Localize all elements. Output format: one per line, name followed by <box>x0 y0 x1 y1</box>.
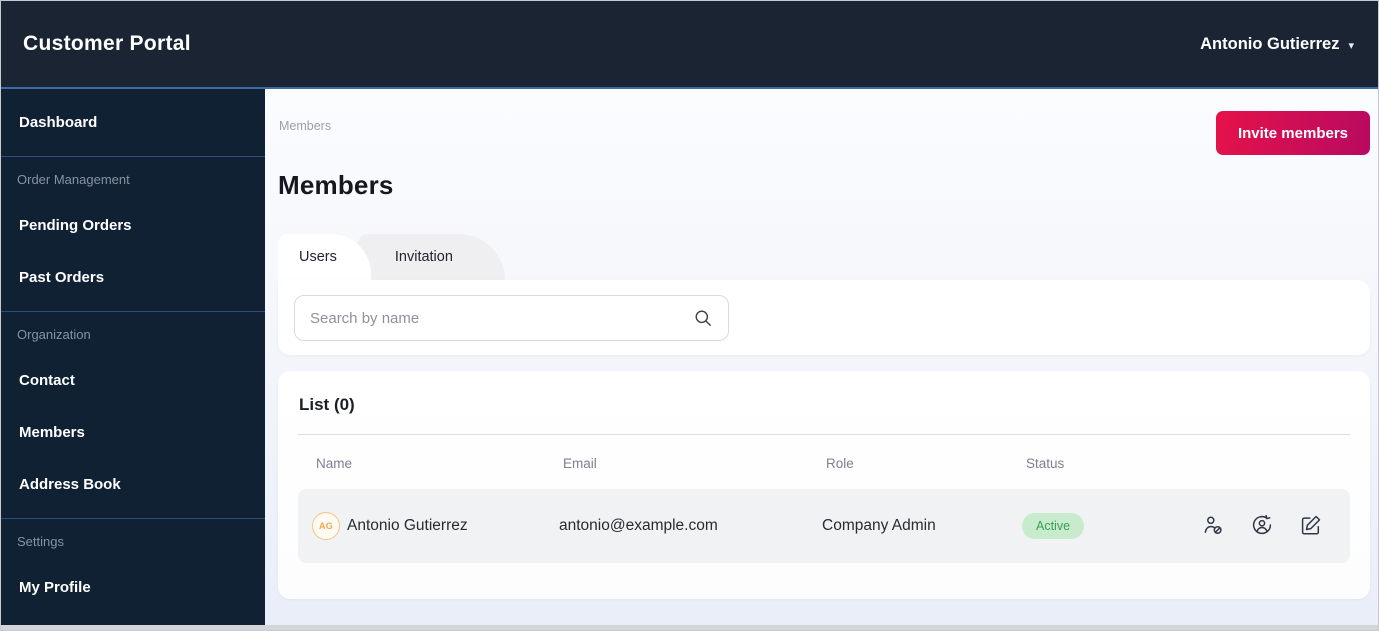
edit-member-button[interactable] <box>1300 514 1322 539</box>
table-header: Name Email Role Status <box>298 435 1350 473</box>
column-header-status: Status <box>1026 456 1206 471</box>
sidebar-item-pending-orders[interactable]: Pending Orders <box>1 200 265 252</box>
window-bottom-edge <box>1 625 1378 630</box>
column-header-role: Role <box>826 456 1026 471</box>
tab-invitation[interactable]: Invitation <box>357 234 505 280</box>
sidebar: Dashboard Order Management Pending Order… <box>1 89 265 625</box>
breadcrumb: Members <box>279 119 331 133</box>
sidebar-item-contact[interactable]: Contact <box>1 355 265 407</box>
sync-user-icon <box>1251 514 1273 539</box>
user-menu-label: Antonio Gutierrez <box>1200 35 1339 54</box>
sidebar-section-order-management: Order Management <box>1 157 265 200</box>
sidebar-item-members[interactable]: Members <box>1 407 265 459</box>
search-box[interactable] <box>294 295 729 341</box>
sidebar-item-past-orders[interactable]: Past Orders <box>1 252 265 304</box>
column-header-email: Email <box>563 456 826 471</box>
edit-icon <box>1300 514 1322 539</box>
block-user-icon <box>1202 514 1224 539</box>
topbar: Customer Portal Antonio Gutierrez ▾ <box>1 1 1378 89</box>
tab-invitation-label: Invitation <box>395 249 453 265</box>
app-title: Customer Portal <box>23 32 191 56</box>
member-email: antonio@example.com <box>559 517 822 535</box>
row-actions <box>1202 514 1354 539</box>
customer-portal-app: Customer Portal Antonio Gutierrez ▾ Dash… <box>1 1 1378 630</box>
members-list-card: List (0) Name Email Role Status AG Anton… <box>278 371 1370 599</box>
sidebar-section-settings: Settings <box>1 519 265 562</box>
main-content: Members Invite members Members Users Inv… <box>265 89 1378 625</box>
members-tabs: Users Invitation <box>278 234 1370 280</box>
search-icon <box>693 308 713 328</box>
member-name: Antonio Gutierrez <box>347 517 468 535</box>
sidebar-item-dashboard[interactable]: Dashboard <box>1 97 265 149</box>
search-panel <box>278 280 1370 355</box>
member-role: Company Admin <box>822 517 1022 535</box>
column-header-name: Name <box>316 456 563 471</box>
sidebar-item-address-book[interactable]: Address Book <box>1 459 265 511</box>
invite-members-button[interactable]: Invite members <box>1216 111 1370 155</box>
page-title: Members <box>278 170 1370 201</box>
sidebar-item-my-profile[interactable]: My Profile <box>1 562 265 614</box>
list-title: List (0) <box>299 395 1350 415</box>
block-user-button[interactable] <box>1202 514 1224 539</box>
tab-users-label: Users <box>299 249 337 265</box>
chevron-down-icon: ▾ <box>1348 39 1354 52</box>
table-row: AG Antonio Gutierrez antonio@example.com… <box>298 489 1350 563</box>
search-input[interactable] <box>310 310 683 327</box>
user-menu[interactable]: Antonio Gutierrez ▾ <box>1200 35 1354 54</box>
sync-user-button[interactable] <box>1251 514 1273 539</box>
sidebar-section-organization: Organization <box>1 312 265 355</box>
avatar: AG <box>312 512 340 540</box>
status-badge: Active <box>1022 513 1084 539</box>
